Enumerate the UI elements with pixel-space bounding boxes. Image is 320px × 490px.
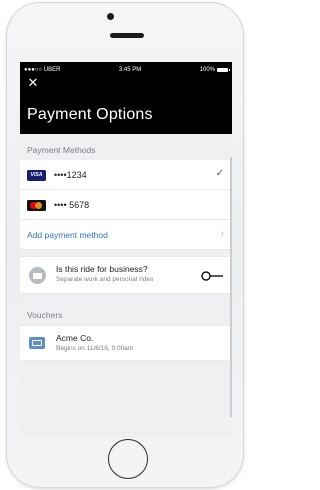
briefcase-icon [29, 267, 46, 284]
earpiece-speaker [110, 33, 144, 38]
voucher-subtitle: Begins on 11/6/18, 9:00am [56, 345, 134, 352]
home-button[interactable] [108, 439, 148, 479]
close-icon[interactable]: ✕ [26, 76, 40, 90]
front-camera [107, 13, 114, 20]
battery-indicator: 100% [199, 67, 230, 73]
business-question: Is this ride for business? [56, 264, 148, 274]
battery-percent: 100% [199, 67, 215, 73]
payment-card-row-mastercard[interactable]: •••• 5678 [20, 190, 232, 220]
status-bar: ●●●○○ UBER 3:45 PM 100% [24, 66, 230, 74]
mastercard-icon [27, 200, 46, 211]
checkmark-icon: ✓ [215, 168, 224, 179]
battery-icon [217, 68, 230, 72]
phone-frame: ●●●○○ UBER 3:45 PM 100% ✕ Payment Option… [6, 2, 244, 488]
card-number: •••• 5678 [54, 200, 90, 210]
payment-methods-label: Payment Methods [27, 145, 96, 155]
vouchers-label: Vouchers [27, 310, 63, 320]
voucher-row[interactable]: Acme Co. Begins on 11/6/18, 9:00am [20, 325, 232, 361]
scrollbar[interactable] [230, 157, 232, 417]
page-title: Payment Options [27, 106, 153, 123]
status-time: 3:45 PM [118, 67, 142, 73]
carrier-label: ●●●○○ UBER [24, 67, 61, 73]
chevron-right-icon: › [220, 228, 224, 239]
voucher-ticket-icon [29, 337, 45, 349]
header: ●●●○○ UBER 3:45 PM 100% ✕ Payment Option… [20, 62, 232, 134]
payment-card-row-visa[interactable]: VISA ••••1234 ✓ [20, 160, 232, 190]
business-toggle[interactable] [200, 270, 224, 282]
visa-card-icon: VISA [27, 170, 46, 181]
app-screen: ●●●○○ UBER 3:45 PM 100% ✕ Payment Option… [20, 62, 232, 437]
add-payment-method-link[interactable]: Add payment method [27, 230, 108, 240]
voucher-title: Acme Co. [56, 333, 94, 343]
card-number: ••••1234 [54, 170, 87, 180]
business-ride-row: Is this ride for business? Separate work… [20, 256, 232, 294]
add-payment-method-row[interactable]: Add payment method › [20, 220, 232, 250]
business-subtitle: Separate work and personal rides [56, 276, 154, 283]
